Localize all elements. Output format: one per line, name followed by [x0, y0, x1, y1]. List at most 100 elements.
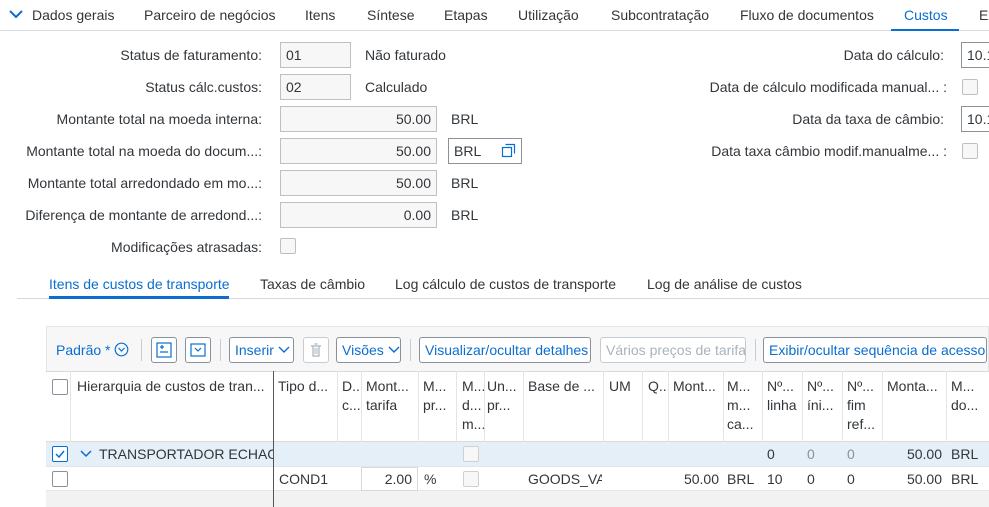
column-header-montante[interactable]: Mont... — [673, 377, 722, 396]
column-header-md[interactable]: M... d... m... — [462, 377, 484, 434]
data-calc-mod-label: Data de cálculo modificada manual... : — [709, 79, 947, 95]
row-base: GOODS_VA — [528, 471, 602, 487]
row-base-amount: 50.00 — [683, 471, 719, 487]
toolbar-separator — [220, 339, 221, 361]
subtab-log-calculo[interactable]: Log cálculo de custos de transporte — [395, 276, 616, 292]
row-rate-unit: % — [424, 471, 437, 487]
row-line-no: 10 — [767, 471, 783, 487]
status-faturamento-label: Status de faturamento: — [120, 47, 262, 63]
collapse-all-button[interactable] — [185, 337, 211, 363]
column-header-montante-total[interactable]: Monta... — [887, 377, 945, 396]
montante-documento-field[interactable]: 50.00 — [280, 138, 437, 164]
select-all-checkbox[interactable] — [52, 379, 68, 395]
toggle-details-button[interactable]: Visualizar/ocultar detalhes — [419, 337, 591, 363]
row-currency: BRL — [951, 446, 979, 462]
chevron-down-icon[interactable] — [80, 449, 92, 459]
montante-arredondado-label: Montante total arredondado em mo...: — [27, 175, 262, 191]
montante-interna-field[interactable]: 50.00 — [280, 106, 437, 132]
row-amount: 50.00 — [906, 446, 942, 462]
montante-arredondado-currency: BRL — [451, 175, 479, 191]
modificacoes-label: Modificações atrasadas: — [111, 239, 262, 255]
active-subtab-indicator — [49, 296, 229, 299]
column-header-fim-ref[interactable]: Nº... fim ref... — [847, 377, 881, 434]
row-base-currency: BRL — [727, 471, 755, 487]
variant-selector[interactable]: Padrão * — [56, 342, 129, 358]
subtab-itens-custos-transporte[interactable]: Itens de custos de transporte — [49, 276, 230, 292]
toolbar-separator — [410, 339, 411, 361]
views-button[interactable]: Visões — [336, 337, 401, 363]
subtab-taxas-cambio[interactable]: Taxas de câmbio — [260, 276, 365, 292]
data-calculo-field[interactable]: 10.1 — [961, 42, 989, 68]
data-calc-mod-checkbox[interactable] — [962, 79, 978, 95]
subtab-log-analise[interactable]: Log de análise de custos — [647, 276, 802, 292]
column-header-descricao[interactable]: D... c... — [342, 377, 360, 415]
data-taxa-field[interactable]: 10.1 — [961, 106, 989, 132]
insert-label: Inserir — [235, 342, 274, 358]
access-sequence-button[interactable]: Exibir/ocultar sequência de acesso — [763, 337, 987, 363]
chevron-down-icon — [388, 346, 400, 353]
tab-fluxo-de-documentos[interactable]: Fluxo de documentos — [740, 7, 874, 23]
chevron-down-circle-icon — [114, 342, 129, 357]
column-header-base[interactable]: Base de ... — [528, 377, 602, 396]
column-header-um[interactable]: UM — [609, 377, 641, 396]
status-calc-field[interactable]: 02 — [280, 74, 351, 100]
data-taxa-mod-label: Data taxa câmbio modif.manualme... : — [711, 143, 947, 159]
data-taxa-mod-checkbox[interactable] — [962, 143, 978, 159]
row-hierarchy: TRANSPORTADOR ECHAGA — [99, 446, 273, 462]
currency-field[interactable]: BRL — [448, 138, 522, 164]
tab-custos[interactable]: Custos — [904, 7, 948, 23]
toolbar-separator — [755, 339, 756, 361]
column-header-moeda-montante[interactable]: M... m... ca... — [727, 377, 761, 434]
rate-amount-field[interactable]: 2.00 — [361, 467, 418, 491]
row-checkbox-disabled — [463, 446, 479, 462]
trash-icon — [311, 343, 321, 357]
tab-subcontratacao[interactable]: Subcontratação — [611, 7, 709, 23]
diferenca-currency: BRL — [451, 207, 479, 223]
variant-label: Padrão * — [56, 342, 111, 358]
tab-utilizacao[interactable]: Utilização — [518, 7, 579, 23]
diferenca-field[interactable]: 0.00 — [280, 202, 437, 228]
row-checkbox-disabled — [463, 471, 479, 487]
row-end-ref: 0 — [847, 471, 855, 487]
expand-all-icon — [156, 342, 172, 358]
column-header-inicio[interactable]: Nº... íni... — [807, 377, 841, 415]
multiple-rates-button[interactable]: Vários preços de tarifa — [600, 337, 746, 363]
tab-itens[interactable]: Itens — [305, 7, 335, 23]
column-header-moeda-documento[interactable]: M... do... — [951, 377, 989, 415]
modificacoes-checkbox[interactable] — [280, 238, 296, 254]
delete-button[interactable] — [303, 337, 329, 363]
status-calc-label: Status cálc.custos: — [145, 79, 262, 95]
column-header-montante-tarifa[interactable]: Mont... tarifa — [366, 377, 416, 415]
column-header-hierarchy[interactable]: Hierarquia de custos de tran... — [77, 377, 269, 396]
currency-field-value: BRL — [454, 143, 482, 159]
row-currency: BRL — [951, 471, 979, 487]
chevron-down-icon — [278, 346, 290, 353]
column-header-quantidade[interactable]: Q... — [648, 377, 668, 396]
insert-button[interactable]: Inserir — [229, 337, 294, 363]
row-start-no: 0 — [807, 471, 815, 487]
table-row[interactable] — [46, 491, 989, 507]
tab-parceiro-de-negocios[interactable]: Parceiro de negócios — [144, 7, 276, 23]
tab-overflow[interactable]: Ex — [979, 7, 989, 23]
value-help-icon[interactable] — [501, 143, 516, 158]
expand-all-button[interactable] — [151, 337, 177, 363]
views-label: Visões — [342, 342, 384, 358]
row-end-ref: 0 — [847, 446, 855, 462]
data-calculo-label: Data do cálculo: — [843, 47, 944, 63]
status-calc-text: Calculado — [365, 79, 428, 95]
column-header-tipo[interactable]: Tipo d... — [278, 377, 335, 396]
diferenca-label: Diferença de montante de arredond...: — [25, 207, 262, 223]
column-header-moeda-preco[interactable]: M... pr... — [423, 377, 455, 415]
montante-interna-currency: BRL — [451, 111, 479, 127]
object-tab-bar: Dados gerais Parceiro de negócios Itens … — [0, 0, 989, 31]
tab-dados-gerais[interactable]: Dados gerais — [32, 7, 115, 23]
status-faturamento-field[interactable]: 01 — [280, 42, 351, 68]
row-checkbox[interactable] — [52, 471, 68, 487]
chevron-down-icon[interactable] — [8, 6, 24, 22]
tab-sintese[interactable]: Síntese — [367, 7, 414, 23]
montante-arredondado-field[interactable]: 50.00 — [280, 170, 437, 196]
row-checkbox-selected[interactable] — [52, 446, 68, 462]
column-header-unidade-preco[interactable]: Un... pr... — [487, 377, 522, 415]
column-header-linha[interactable]: Nº... linha — [767, 377, 801, 415]
tab-etapas[interactable]: Etapas — [444, 7, 488, 23]
